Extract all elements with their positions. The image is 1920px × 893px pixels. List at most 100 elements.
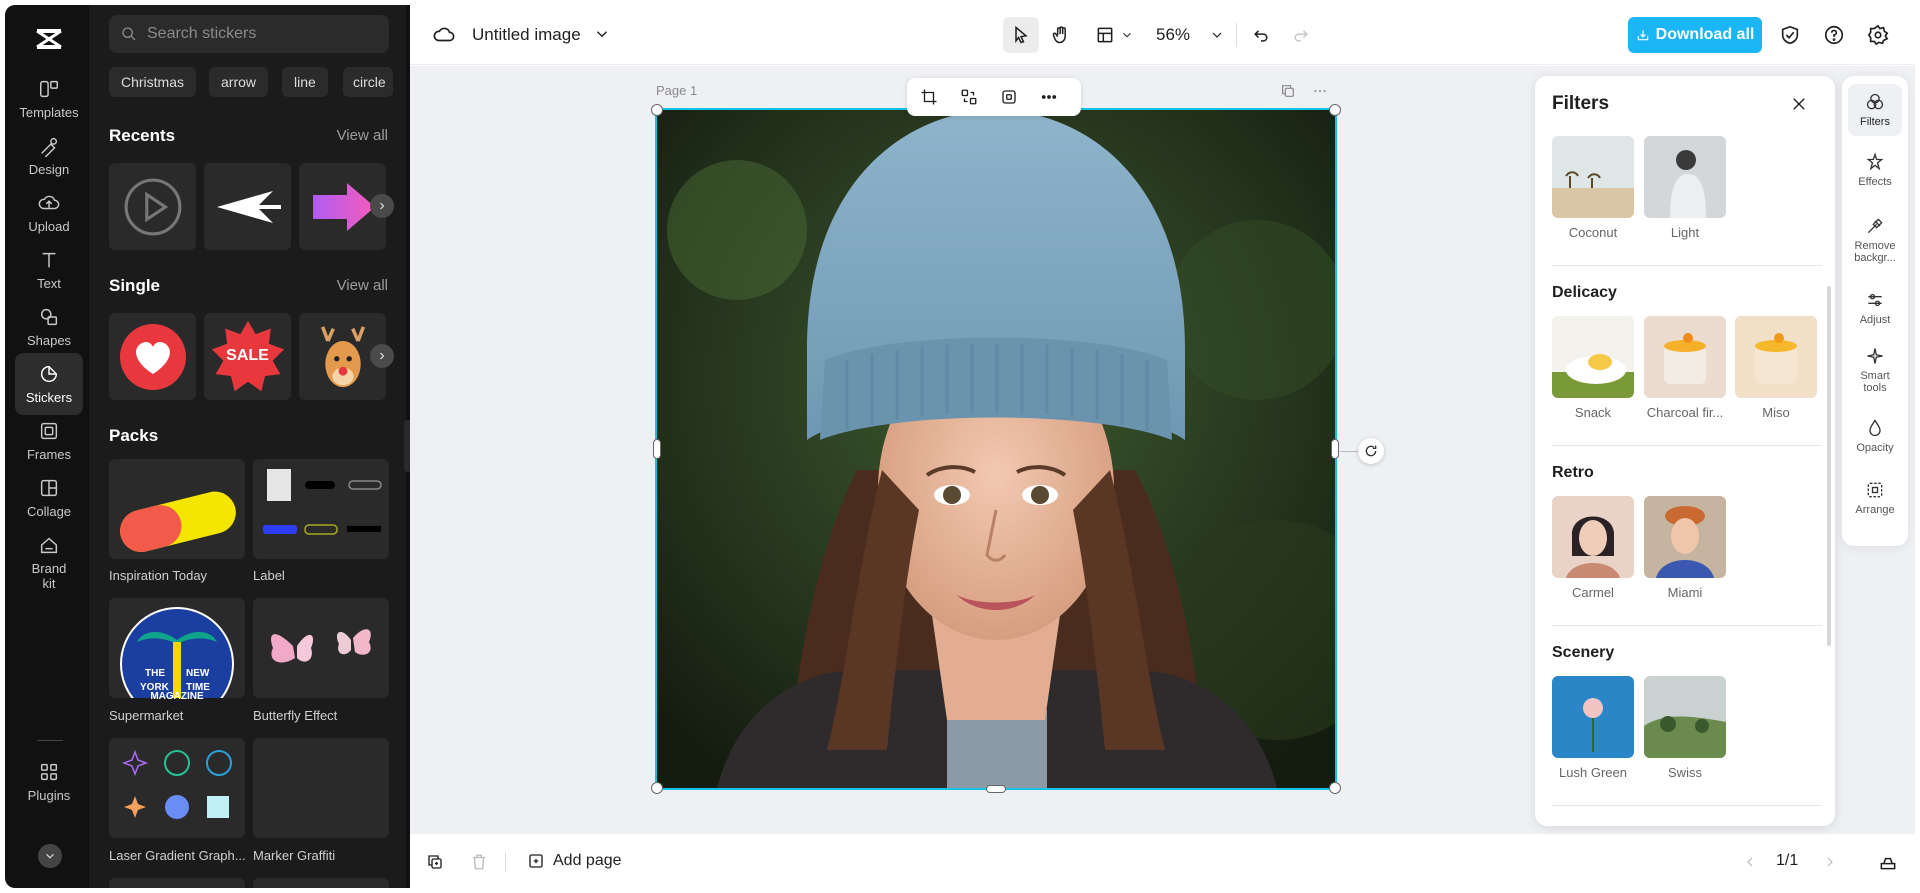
cloud-icon <box>433 27 455 42</box>
pack-marker-graffiti[interactable] <box>253 738 389 838</box>
undo-button[interactable] <box>1244 17 1278 53</box>
zoom-dropdown-button[interactable] <box>1206 17 1228 53</box>
hand-tool-button[interactable] <box>1043 17 1079 53</box>
filter-swiss[interactable] <box>1644 676 1726 758</box>
single-view-all-link[interactable]: View all <box>337 277 388 294</box>
cloud-save-button[interactable] <box>432 23 456 47</box>
rail-item-frames[interactable]: Frames <box>15 410 83 472</box>
resize-handle-top-left[interactable] <box>651 104 663 116</box>
resize-handle-bottom-left[interactable] <box>651 782 663 794</box>
pack-partial[interactable] <box>253 878 389 888</box>
tool-adjust[interactable]: Adjust <box>1848 290 1902 326</box>
duplicate-button[interactable] <box>424 851 446 873</box>
tool-effects[interactable]: Effects <box>1848 152 1902 188</box>
redo-button[interactable] <box>1284 17 1318 53</box>
filter-coconut[interactable] <box>1552 136 1634 218</box>
single-next-button[interactable] <box>370 344 394 368</box>
recents-next-button[interactable] <box>370 194 394 218</box>
next-page-button[interactable] <box>1820 852 1840 872</box>
bottom-bar: Add page 1/1 <box>410 834 1915 888</box>
opacity-icon <box>1869 419 1881 437</box>
page-more-button[interactable] <box>1311 82 1329 100</box>
delete-button[interactable] <box>468 851 490 873</box>
rotate-handle[interactable] <box>1358 438 1384 464</box>
pack-inspiration-today[interactable] <box>109 459 245 559</box>
crop-button[interactable] <box>917 85 941 109</box>
single-sticker-sale[interactable]: SALE <box>204 313 291 400</box>
rail-item-shapes[interactable]: Shapes <box>15 296 83 358</box>
filter-lush-green[interactable] <box>1552 676 1634 758</box>
tool-opacity[interactable]: Opacity <box>1848 418 1902 454</box>
chip-circle[interactable]: circle <box>343 67 393 97</box>
select-tool-button[interactable] <box>1003 17 1039 53</box>
shield-button[interactable] <box>1776 21 1804 49</box>
resize-handle-bottom-right[interactable] <box>1329 782 1341 794</box>
rail-item-upload[interactable]: Upload <box>15 182 83 244</box>
close-button[interactable] <box>1788 93 1810 115</box>
layer-button[interactable] <box>997 85 1021 109</box>
tool-arrange[interactable]: Arrange <box>1848 480 1902 516</box>
filter-miami[interactable] <box>1644 496 1726 578</box>
filter-light[interactable] <box>1644 136 1726 218</box>
capcut-logo-icon[interactable] <box>33 23 65 55</box>
duplicate-page-button[interactable] <box>1279 82 1297 100</box>
filter-carmel[interactable] <box>1552 496 1634 578</box>
chip-christmas[interactable]: Christmas <box>109 67 197 97</box>
pack-supermarket[interactable]: THE NEW YORK TIME <box>109 598 245 698</box>
chip-line[interactable]: line <box>282 67 328 97</box>
filter-charcoal[interactable] <box>1644 316 1726 398</box>
badge-text-new: NEW <box>186 668 210 679</box>
filter-label: Snack <box>1574 405 1612 420</box>
rail-item-collage[interactable]: Collage <box>15 467 83 529</box>
rail-item-design[interactable]: Design <box>15 125 83 187</box>
heart-icon <box>119 323 186 390</box>
pack-partial[interactable] <box>109 878 245 888</box>
settings-button[interactable] <box>1864 21 1892 49</box>
tool-filters[interactable]: Filters <box>1848 84 1902 136</box>
rail-item-text[interactable]: Text <box>15 239 83 301</box>
tool-smart-tools[interactable]: Smart tools <box>1848 346 1902 394</box>
single-sticker-heart[interactable] <box>109 313 196 400</box>
prev-page-button[interactable] <box>1740 852 1760 872</box>
filter-snack[interactable] <box>1552 316 1634 398</box>
rail-item-stickers[interactable]: Stickers <box>15 353 83 415</box>
filters-scrollbar[interactable] <box>1827 286 1831 646</box>
more-options-button[interactable] <box>1037 85 1061 109</box>
pack-laser-gradient[interactable] <box>109 738 245 838</box>
zoom-level[interactable]: 56% <box>1156 25 1190 45</box>
recent-sticker-play[interactable] <box>109 163 196 250</box>
label-shapes-icon <box>263 469 382 535</box>
download-all-button[interactable]: Download all <box>1628 17 1762 53</box>
pack-butterfly-effect[interactable] <box>253 598 389 698</box>
page-manager-button[interactable] <box>1876 850 1900 874</box>
chip-arrow[interactable]: arrow <box>209 67 269 97</box>
layout-button[interactable] <box>1092 17 1118 53</box>
rail-item-label: Frames <box>26 447 72 462</box>
recents-view-all-link[interactable]: View all <box>337 127 388 144</box>
tool-label: Remove backgr... <box>1854 240 1896 264</box>
search-input[interactable]: Search stickers <box>109 15 389 53</box>
replace-icon <box>961 89 977 105</box>
document-title[interactable]: Untitled image <box>472 25 581 45</box>
upload-icon <box>38 195 60 210</box>
resize-handle-right[interactable] <box>1331 439 1339 459</box>
rail-item-templates[interactable]: Templates <box>15 68 83 130</box>
layout-dropdown-button[interactable] <box>1118 17 1136 53</box>
filter-miso[interactable] <box>1735 316 1817 398</box>
pack-label-stickers[interactable] <box>253 459 389 559</box>
title-dropdown-button[interactable] <box>591 23 613 45</box>
rail-item-plugins[interactable]: Plugins <box>15 751 83 813</box>
help-button[interactable] <box>1820 21 1848 49</box>
recent-sticker-arrow[interactable] <box>204 163 291 250</box>
resize-handle-top-right[interactable] <box>1329 104 1341 116</box>
tool-remove-background[interactable]: Remove backgr... <box>1848 216 1902 264</box>
canvas-image[interactable] <box>655 108 1337 790</box>
resize-handle-bottom[interactable] <box>986 785 1006 793</box>
replace-button[interactable] <box>957 85 981 109</box>
add-page-button[interactable]: Add page <box>527 852 622 870</box>
rail-more-button[interactable] <box>38 844 62 868</box>
rail-item-brand-kit[interactable]: Brand kit <box>15 527 83 597</box>
resize-handle-left[interactable] <box>653 439 661 459</box>
rail-item-label: Text <box>37 276 61 291</box>
chevron-right-icon <box>380 202 385 210</box>
